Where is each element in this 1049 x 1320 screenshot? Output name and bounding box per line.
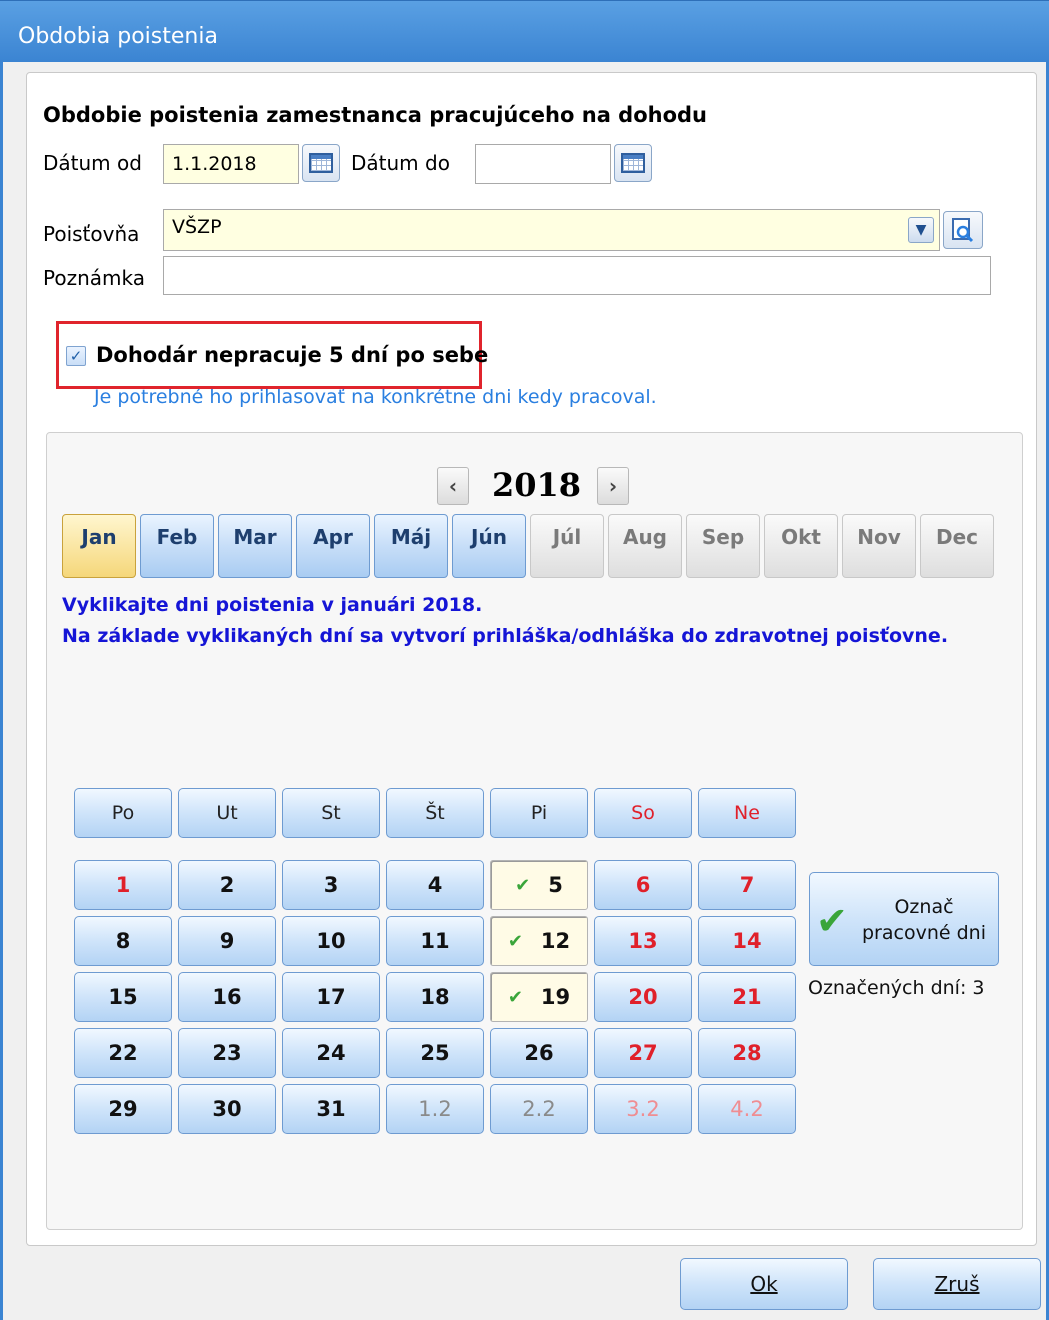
day-button[interactable]: 8 (74, 916, 172, 966)
day-button[interactable]: 28 (698, 1028, 796, 1078)
weekday-header: Ut (178, 788, 276, 838)
day-button[interactable]: 29 (74, 1084, 172, 1134)
date-from-field[interactable]: 1.1.2018 (163, 144, 299, 184)
date-from-label: Dátum od (43, 151, 142, 175)
weekday-header: So (594, 788, 692, 838)
day-button[interactable]: 20 (594, 972, 692, 1022)
checkmark-icon: ✓ (69, 347, 83, 365)
day-button[interactable]: 13 (594, 916, 692, 966)
tab-month-apr[interactable]: Apr (296, 514, 370, 578)
day-button[interactable]: 24 (282, 1028, 380, 1078)
tab-month-jun[interactable]: Jún (452, 514, 526, 578)
day-button[interactable]: 4 (386, 860, 484, 910)
day-button[interactable]: 11 (386, 916, 484, 966)
day-button[interactable]: 16 (178, 972, 276, 1022)
weekday-header: Št (386, 788, 484, 838)
tab-month-mar[interactable]: Mar (218, 514, 292, 578)
tab-month-dec[interactable]: Dec (920, 514, 994, 578)
day-button[interactable]: 9 (178, 916, 276, 966)
mark-working-days-label: Označ pracovné dni (862, 896, 986, 944)
day-button[interactable]: 23 (178, 1028, 276, 1078)
day-number: 5 (548, 873, 563, 897)
cancel-button[interactable]: Zruš (873, 1258, 1041, 1310)
tab-month-nov[interactable]: Nov (842, 514, 916, 578)
tab-month-aug[interactable]: Aug (608, 514, 682, 578)
day-button[interactable]: 3 (282, 860, 380, 910)
tab-month-sep[interactable]: Sep (686, 514, 760, 578)
day-button[interactable]: 31 (282, 1084, 380, 1134)
day-button-checked[interactable]: ✔ 12 (490, 916, 588, 966)
weekday-header: St (282, 788, 380, 838)
tab-month-feb[interactable]: Feb (140, 514, 214, 578)
weekday-header: Ne (698, 788, 796, 838)
chevron-down-icon: ▼ (915, 222, 927, 238)
prev-year-button[interactable]: ‹ (437, 467, 469, 505)
day-button-next-month[interactable]: 2.2 (490, 1084, 588, 1134)
day-button[interactable]: 27 (594, 1028, 692, 1078)
calendar-icon (621, 153, 645, 173)
day-button[interactable]: 14 (698, 916, 796, 966)
calendar-icon (309, 153, 333, 173)
window-title: Obdobia poistenia (0, 0, 1049, 62)
insurer-label: Poisťovňa (43, 222, 140, 246)
form-heading: Obdobie poistenia zamestnanca pracujúceh… (43, 103, 707, 127)
mark-working-days-button[interactable]: ✔ Označ pracovné dni (809, 872, 999, 966)
day-button[interactable]: 21 (698, 972, 796, 1022)
day-button-next-month[interactable]: 4.2 (698, 1084, 796, 1134)
ok-button[interactable]: Ok (680, 1258, 848, 1310)
day-number: 19 (540, 985, 571, 1009)
checkmark-icon: ✔ (515, 874, 531, 896)
cancel-button-label: Zruš (934, 1272, 980, 1296)
ok-button-label: Ok (750, 1272, 778, 1296)
tab-month-okt[interactable]: Okt (764, 514, 838, 578)
insurer-dropdown-button[interactable]: ▼ (908, 217, 934, 243)
day-button[interactable]: 18 (386, 972, 484, 1022)
day-button[interactable]: 17 (282, 972, 380, 1022)
note-label: Poznámka (43, 266, 145, 290)
day-number: 12 (540, 929, 571, 953)
weekday-header: Pi (490, 788, 588, 838)
tab-month-maj[interactable]: Máj (374, 514, 448, 578)
day-button-checked[interactable]: ✔ 5 (490, 860, 588, 910)
day-button[interactable]: 7 (698, 860, 796, 910)
date-to-field[interactable] (475, 144, 611, 184)
option-checkbox-label[interactable]: Dohodár nepracuje 5 dní po sebe (96, 343, 488, 367)
tab-month-jan[interactable]: Jan (62, 514, 136, 578)
date-to-label: Dátum do (351, 151, 450, 175)
chevron-right-icon: › (608, 474, 618, 498)
day-button[interactable]: 26 (490, 1028, 588, 1078)
day-button[interactable]: 22 (74, 1028, 172, 1078)
year-label: 2018 (492, 466, 582, 504)
checkmark-icon: ✔ (507, 930, 523, 952)
day-button-next-month[interactable]: 3.2 (594, 1084, 692, 1134)
day-button[interactable]: 25 (386, 1028, 484, 1078)
weekday-header: Po (74, 788, 172, 838)
day-button[interactable]: 15 (74, 972, 172, 1022)
day-button-next-month[interactable]: 1.2 (386, 1084, 484, 1134)
tab-month-jul[interactable]: Júl (530, 514, 604, 578)
calendar-info-line1: Vyklikajte dni poistenia v januári 2018. (62, 594, 483, 616)
marked-days-count: Označených dní: 3 (808, 977, 985, 999)
day-button[interactable]: 10 (282, 916, 380, 966)
note-field[interactable] (163, 256, 991, 295)
option-checkbox[interactable]: ✓ (66, 346, 86, 366)
insurer-search-button[interactable] (943, 211, 983, 249)
day-button[interactable]: 1 (74, 860, 172, 910)
next-year-button[interactable]: › (597, 467, 629, 505)
option-hint: Je potrebné ho prihlasovať na konkrétne … (94, 386, 657, 408)
day-button[interactable]: 2 (178, 860, 276, 910)
search-icon (952, 218, 974, 243)
calendar-info-line2: Na základe vyklikaných dní sa vytvorí pr… (62, 625, 949, 647)
checkmark-icon: ✔ (507, 986, 523, 1008)
chevron-left-icon: ‹ (448, 474, 458, 498)
checkmark-icon: ✔ (816, 899, 848, 943)
day-button[interactable]: 6 (594, 860, 692, 910)
day-button[interactable]: 30 (178, 1084, 276, 1134)
date-to-calendar-button[interactable] (614, 144, 652, 182)
insurer-select[interactable]: VŠZP (163, 209, 940, 251)
day-button-checked[interactable]: ✔ 19 (490, 972, 588, 1022)
date-from-calendar-button[interactable] (302, 144, 340, 182)
